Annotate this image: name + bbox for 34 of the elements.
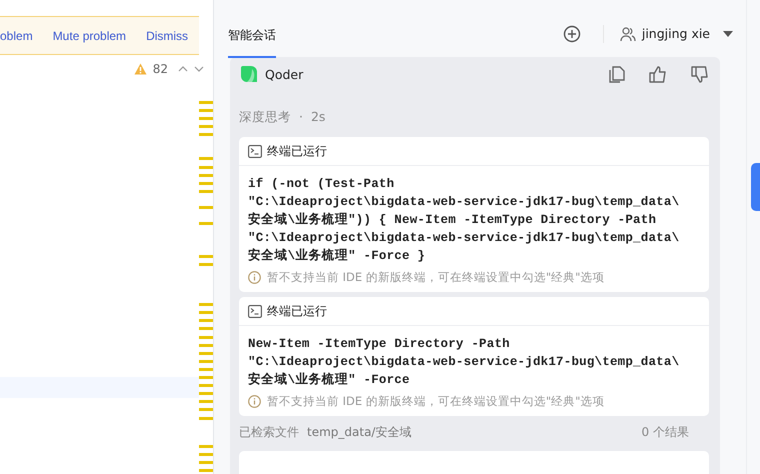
- thumbs-up-icon[interactable]: [649, 66, 667, 82]
- scrollbar-thumb[interactable]: [751, 163, 760, 211]
- chevron-down-icon[interactable]: [194, 66, 204, 72]
- card-title: 终端已运行: [267, 302, 327, 320]
- banner-link[interactable]: oblem: [0, 28, 33, 42]
- result-count: 0 个结果: [642, 424, 689, 441]
- thinking-duration: 2s: [310, 109, 326, 126]
- info-icon: [248, 271, 261, 284]
- add-icon[interactable]: [562, 24, 581, 42]
- search-path[interactable]: temp_data/安全域: [307, 424, 412, 441]
- warning-icon: [134, 63, 147, 75]
- search-label: 已检索文件: [239, 424, 299, 441]
- author-name: Qoder: [265, 66, 304, 82]
- command-text: if (-not (Test-Path "C:\Ideaproject\bigdata-web-service-jdk17-bug\temp_data\ 安全域\业务梳理")) { New-Item -ItemType Directory -Path "C:\Ideaproject\bigdata-web-service-jdk17-bug\temp_data\ 安全域\业务梳理" -Force }: [248, 176, 680, 265]
- thumbs-down-icon[interactable]: [691, 66, 709, 82]
- chevron-up-icon[interactable]: [178, 66, 188, 72]
- card-title: 终端已运行: [267, 142, 327, 160]
- user-name: jingjing xie: [642, 26, 710, 41]
- note-text: 暂不支持当前 IDE 的新版终端，可在终端设置中勾选"经典"选项: [267, 394, 604, 409]
- caret-icon: [722, 30, 734, 38]
- terminal-icon: [248, 144, 262, 158]
- users-icon: [620, 26, 636, 42]
- app-logo-icon: [239, 64, 259, 84]
- note-text: 暂不支持当前 IDE 的新版终端，可在终端设置中勾选"经典"选项: [267, 270, 604, 285]
- user-selector[interactable]: jingjing xie: [620, 26, 734, 42]
- separator-dot: ·: [299, 109, 303, 126]
- banner-link[interactable]: Mute problem: [52, 28, 126, 42]
- copy-icon[interactable]: [609, 66, 625, 82]
- thinking-label: 深度思考: [239, 109, 291, 126]
- info-icon: [248, 395, 261, 408]
- warning-count: 82: [152, 62, 168, 76]
- command-text: New-Item -ItemType Directory -Path "C:\Ideaproject\bigdata-web-service-jdk17-bug\temp_data\ 安全域\业务梳理" -Force: [248, 336, 680, 389]
- banner-link[interactable]: Dismiss: [146, 28, 188, 42]
- terminal-icon: [248, 304, 262, 318]
